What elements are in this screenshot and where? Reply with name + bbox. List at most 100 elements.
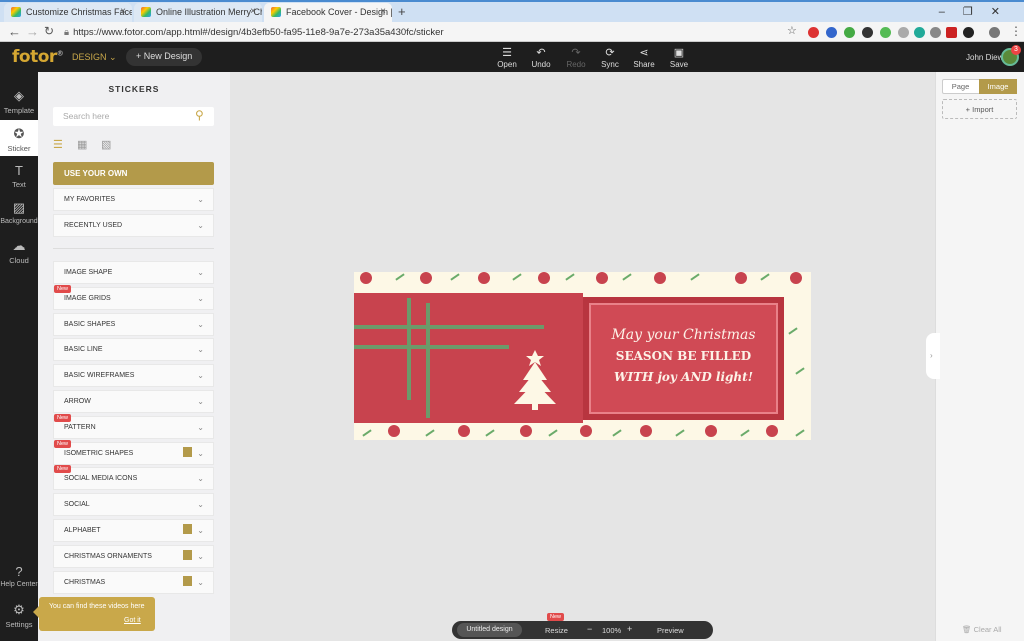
sticker-category[interactable]: CHRISTMAS ⌄	[53, 570, 214, 594]
use-your-own-button[interactable]: USE YOUR OWN	[53, 162, 214, 185]
extension-icon[interactable]	[914, 27, 925, 38]
rail-item-cloud[interactable]: ☁ Cloud	[0, 238, 38, 270]
sticker-category[interactable]: SOCIAL MEDIA ICONS New ⌄	[53, 465, 214, 491]
undo-button[interactable]: ↶ Undo	[523, 47, 559, 69]
ribbon-horizontal[interactable]	[354, 345, 509, 349]
import-button[interactable]: + Import	[942, 99, 1017, 119]
holly-berry-sticker[interactable]	[790, 272, 802, 284]
extension-icon[interactable]	[844, 27, 855, 38]
extension-icon[interactable]	[946, 27, 957, 38]
category-my-favorites[interactable]: MY FAVORITES ⌄	[53, 188, 214, 211]
back-icon[interactable]: ←	[8, 24, 21, 39]
new-design-button[interactable]: + New Design	[126, 48, 203, 66]
tab-image[interactable]: Image	[979, 79, 1017, 94]
sticker-category[interactable]: BASIC LINE ⌄	[53, 338, 214, 362]
holly-berry-sticker[interactable]	[520, 425, 532, 437]
sticker-category[interactable]: ISOMETRIC SHAPES New ⌄	[53, 439, 214, 465]
sticker-category[interactable]: ARROW ⌄	[53, 390, 214, 413]
new-badge: New	[54, 413, 72, 422]
new-tab-button[interactable]: +	[398, 4, 406, 19]
profile-icon[interactable]	[989, 27, 1000, 38]
collapse-panel-handle[interactable]: ›	[926, 333, 940, 379]
list-view-icon[interactable]: ☰	[53, 138, 63, 151]
search-input[interactable]: Search here	[53, 107, 214, 126]
holly-berry-sticker[interactable]	[420, 272, 432, 284]
rail-item-template[interactable]: ◈ Template	[0, 88, 38, 120]
extension-icon[interactable]	[930, 27, 941, 38]
rail-item-sticker[interactable]: ✪ Sticker	[0, 120, 38, 156]
ribbon-vertical[interactable]	[407, 298, 411, 400]
holly-berry-sticker[interactable]	[580, 425, 592, 437]
fotor-logo[interactable]: fotor®	[12, 47, 64, 67]
zoom-out-button[interactable]: −	[587, 624, 592, 634]
holly-berry-sticker[interactable]	[458, 425, 470, 437]
holly-berry-sticker[interactable]	[766, 425, 778, 437]
preview-button[interactable]: Preview	[657, 626, 684, 635]
zoom-in-button[interactable]: +	[627, 624, 632, 634]
got-it-link[interactable]: Got it	[124, 617, 141, 624]
extension-icon[interactable]	[963, 27, 974, 38]
sticker-category[interactable]: BASIC WIREFRAMES ⌄	[53, 364, 214, 388]
open-button[interactable]: ☰ Open	[489, 47, 525, 69]
holly-berry-sticker[interactable]	[735, 272, 747, 284]
sticker-category[interactable]: CHRISTMAS ORNAMENTS ⌄	[53, 544, 214, 568]
grid-view-icon[interactable]: ▦	[77, 138, 87, 151]
browser-tab-1[interactable]: Customize Christmas Facebook C ×	[4, 3, 132, 22]
forward-icon[interactable]: →	[26, 24, 39, 39]
url-field[interactable]: 🔒︎ https://www.fotor.com/app.html#/design…	[64, 24, 764, 40]
holly-berry-sticker[interactable]	[640, 425, 652, 437]
extension-icon[interactable]	[898, 27, 909, 38]
design-menu-dropdown[interactable]: DESIGN ⌄	[72, 52, 117, 63]
sticker-category[interactable]: IMAGE SHAPE ⌄	[53, 261, 214, 284]
sticker-category[interactable]: IMAGE GRIDS New ⌄	[53, 284, 214, 310]
extension-icon[interactable]	[826, 27, 837, 38]
star-icon: ✪	[13, 126, 25, 141]
design-name-field[interactable]: Untitled design	[457, 623, 522, 637]
browser-tab-3[interactable]: Facebook Cover - Design | Fotor ×	[264, 3, 392, 22]
sticker-category[interactable]: SOCIAL ⌄	[53, 493, 214, 517]
extension-icon[interactable]	[880, 27, 891, 38]
holly-berry-sticker[interactable]	[596, 272, 608, 284]
browser-tab-2[interactable]: Online Illustration Merry Christm ×	[134, 3, 262, 22]
window-controls[interactable]: –❐✕	[939, 5, 1018, 18]
rail-item-background[interactable]: ▨ Background	[0, 200, 38, 232]
holly-berry-sticker[interactable]	[388, 425, 400, 437]
holly-berry-sticker[interactable]	[654, 272, 666, 284]
tab-title: Facebook Cover - Design | Fotor	[286, 7, 392, 17]
holly-berry-sticker[interactable]	[538, 272, 550, 284]
sticker-category[interactable]: ALPHABET ⌄	[53, 519, 214, 542]
ribbon-vertical[interactable]	[426, 303, 430, 418]
bookmark-star-icon[interactable]: ☆	[787, 24, 797, 37]
image-view-icon[interactable]: ▧	[101, 138, 111, 151]
sync-button[interactable]: ⟳ Sync	[592, 47, 628, 69]
chevron-down-icon: ⌄	[197, 397, 204, 406]
clear-all-button[interactable]: 🗑︎ Clear All	[962, 625, 1002, 634]
christmas-tree-sticker[interactable]	[513, 350, 557, 410]
user-name[interactable]: John Diew	[966, 53, 1003, 62]
redo-button[interactable]: ↷ Redo	[558, 47, 594, 69]
greeting-text[interactable]: May your Christmas SEASON BE FILLED WITH…	[589, 325, 778, 388]
holly-berry-sticker[interactable]	[478, 272, 490, 284]
panel-title: STICKERS	[108, 84, 160, 94]
menu-kebab-icon[interactable]: ⋮	[1010, 24, 1022, 38]
save-button[interactable]: ▣ Save	[661, 47, 697, 69]
tab-page[interactable]: Page	[942, 79, 979, 94]
extension-icon[interactable]	[862, 27, 873, 38]
holly-berry-sticker[interactable]	[705, 425, 717, 437]
rail-item-text[interactable]: T Text	[0, 163, 38, 195]
resize-button[interactable]: Resize	[545, 626, 568, 635]
rail-item-help-center[interactable]: ? Help Center	[0, 564, 38, 596]
ribbon-horizontal[interactable]	[354, 325, 544, 329]
close-icon[interactable]: ×	[250, 6, 256, 17]
share-button[interactable]: ⋖ Share	[626, 47, 662, 69]
extension-icon[interactable]	[808, 27, 819, 38]
category-label: BASIC WIREFRAMES	[64, 372, 135, 380]
holly-berry-sticker[interactable]	[360, 272, 372, 284]
search-icon[interactable]: ⚲	[195, 108, 204, 122]
category-recently-used[interactable]: RECENTLY USED ⌄	[53, 214, 214, 237]
close-icon[interactable]: ×	[380, 6, 386, 17]
sticker-category[interactable]: PATTERN New ⌄	[53, 413, 214, 439]
sticker-category[interactable]: BASIC SHAPES ⌄	[53, 312, 214, 336]
close-icon[interactable]: ×	[120, 6, 126, 17]
reload-icon[interactable]: ↻	[44, 24, 54, 38]
